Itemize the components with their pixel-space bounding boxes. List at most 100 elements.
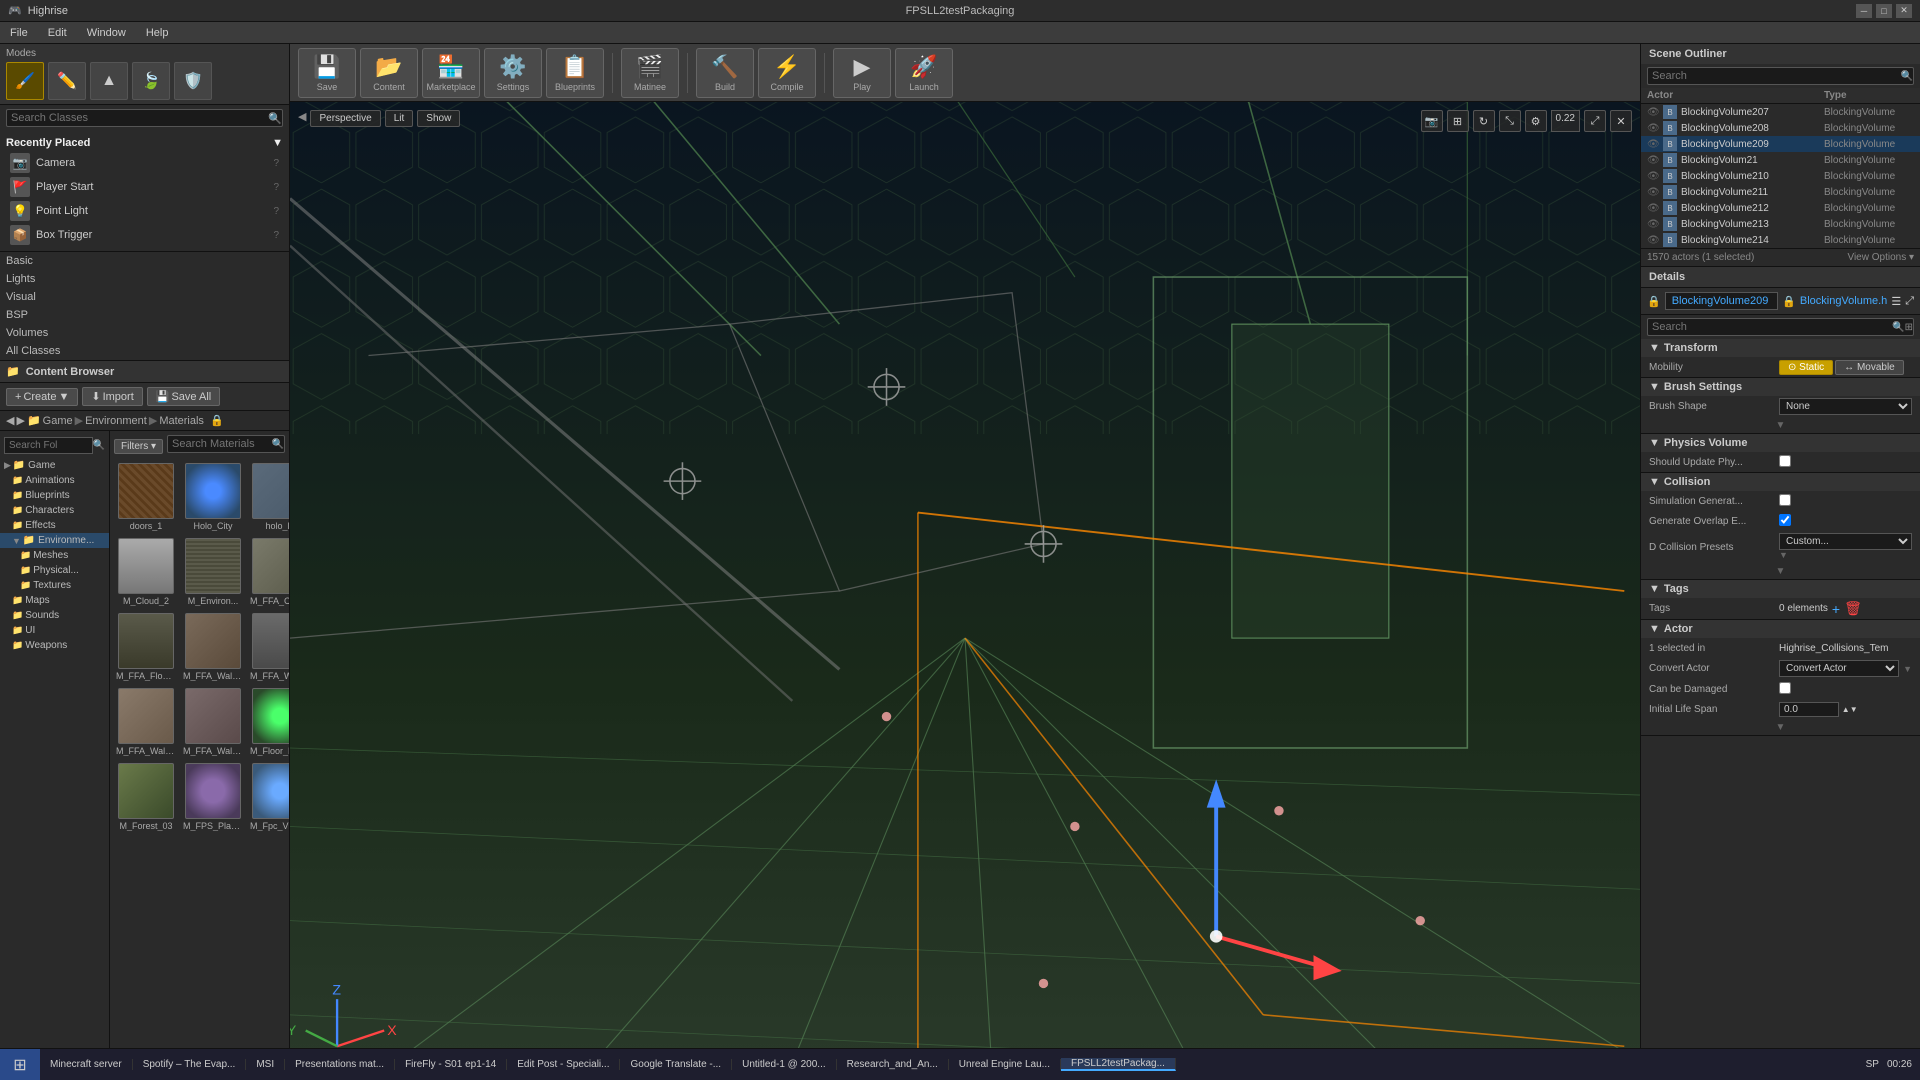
- import-button[interactable]: ⬇ Import: [82, 387, 142, 406]
- outliner-row[interactable]: 👁 B BlockingVolume212 BlockingVolume: [1641, 200, 1920, 216]
- tree-blueprints[interactable]: 📁 Blueprints: [0, 488, 109, 503]
- show-button[interactable]: Show: [417, 110, 460, 127]
- taskbar-item[interactable]: Edit Post - Speciali...: [507, 1059, 620, 1070]
- taskbar-item[interactable]: Google Translate -...: [620, 1059, 732, 1070]
- material-item[interactable]: M_FFA_Concrete_WallPlat...: [248, 536, 289, 608]
- minimize-button[interactable]: ─: [1856, 4, 1872, 18]
- material-item[interactable]: M_Floor_Lights: [248, 686, 289, 758]
- category-lights[interactable]: Lights: [0, 270, 289, 288]
- tags-header[interactable]: ▼ Tags: [1641, 580, 1920, 598]
- view-options-btn[interactable]: View Options ▾: [1847, 252, 1914, 263]
- taskbar-item[interactable]: Presentations mat...: [285, 1059, 395, 1070]
- placed-item-camera[interactable]: 📷 Camera ?: [6, 151, 283, 175]
- maximize-button[interactable]: □: [1876, 4, 1892, 18]
- recently-placed-header[interactable]: Recently Placed ▼: [6, 135, 283, 151]
- taskbar-item[interactable]: Minecraft server: [40, 1059, 133, 1070]
- details-search-input[interactable]: [1648, 319, 1892, 335]
- menu-edit[interactable]: Edit: [38, 22, 77, 43]
- generate-overlap-checkbox[interactable]: [1779, 514, 1791, 526]
- outliner-search-input[interactable]: [1648, 68, 1901, 84]
- category-bsp[interactable]: BSP: [0, 306, 289, 324]
- perspective-button[interactable]: Perspective: [310, 110, 380, 127]
- compile-tool-btn[interactable]: ⚡ Compile: [758, 48, 816, 98]
- taskbar-item[interactable]: Spotify – The Evap...: [133, 1059, 247, 1070]
- menu-file[interactable]: File: [0, 22, 38, 43]
- can-be-damaged-checkbox[interactable]: [1779, 682, 1791, 694]
- outliner-row[interactable]: 👁 B BlockingVolume210 BlockingVolume: [1641, 168, 1920, 184]
- blueprints-tool-btn[interactable]: 📋 Blueprints: [546, 48, 604, 98]
- breadcrumb-game[interactable]: Game: [43, 415, 73, 427]
- nav-forward[interactable]: ▶: [16, 414, 24, 427]
- vp-scale-snap[interactable]: ⤡: [1499, 110, 1521, 132]
- details-expand-icon[interactable]: ⤢: [1905, 295, 1914, 308]
- build-tool-btn[interactable]: 🔨 Build: [696, 48, 754, 98]
- taskbar-item[interactable]: Untitled-1 @ 200...: [732, 1059, 837, 1070]
- menu-window[interactable]: Window: [77, 22, 136, 43]
- tree-effects[interactable]: 📁 Effects: [0, 518, 109, 533]
- marketplace-tool-btn[interactable]: 🏪 Marketplace: [422, 48, 480, 98]
- outliner-row[interactable]: 👁 B BlockingVolume208 BlockingVolume: [1641, 120, 1920, 136]
- outliner-row[interactable]: 👁 B BlockingVolume211 BlockingVolume: [1641, 184, 1920, 200]
- material-item[interactable]: M_FFA_Wall_05: [181, 686, 245, 758]
- material-item[interactable]: M_FFA_Wall_01: [181, 611, 245, 683]
- tree-physical[interactable]: 📁 Physical...: [0, 563, 109, 578]
- menu-help[interactable]: Help: [136, 22, 179, 43]
- filters-button[interactable]: Filters ▾: [114, 439, 163, 454]
- mode-paint[interactable]: ✏️: [48, 62, 86, 100]
- tree-maps[interactable]: 📁 Maps: [0, 593, 109, 608]
- simulation-generates-checkbox[interactable]: [1779, 494, 1791, 506]
- material-item[interactable]: M_Forest_03: [114, 761, 178, 833]
- collision-header[interactable]: ▼ Collision: [1641, 473, 1920, 491]
- outliner-row[interactable]: 👁 B BlockingVolume207 BlockingVolume: [1641, 104, 1920, 120]
- matinee-tool-btn[interactable]: 🎬 Matinee: [621, 48, 679, 98]
- materials-search-input[interactable]: [168, 436, 272, 452]
- category-basic[interactable]: Basic: [0, 252, 289, 270]
- placed-item-boxtrigger[interactable]: 📦 Box Trigger ?: [6, 223, 283, 247]
- material-item[interactable]: M_FFA_Wall_04_Brighter: [114, 686, 178, 758]
- lit-button[interactable]: Lit: [385, 110, 414, 127]
- outliner-row[interactable]: 👁 B BlockingVolume214 BlockingVolume: [1641, 232, 1920, 248]
- placed-item-pointlight[interactable]: 💡 Point Light ?: [6, 199, 283, 223]
- search-folders-input[interactable]: [4, 437, 93, 454]
- taskbar-item[interactable]: MSI: [246, 1059, 285, 1070]
- start-button[interactable]: ⊞: [0, 1049, 40, 1080]
- mode-place[interactable]: 🖌️: [6, 62, 44, 100]
- initial-life-span-spinner[interactable]: ▲▼: [1842, 705, 1858, 714]
- tree-ui[interactable]: 📁 UI: [0, 623, 109, 638]
- breadcrumb-materials[interactable]: Materials: [159, 415, 204, 427]
- tree-environment[interactable]: ▼📁 Environme...: [0, 533, 109, 548]
- material-item[interactable]: Holo_City: [181, 461, 245, 533]
- mode-foliage[interactable]: 🍃: [132, 62, 170, 100]
- save-tool-btn[interactable]: 💾 Save: [298, 48, 356, 98]
- tree-weapons[interactable]: 📁 Weapons: [0, 638, 109, 653]
- material-item[interactable]: holo_l1: [248, 461, 289, 533]
- material-item[interactable]: M_Environ...: [181, 536, 245, 608]
- collision-presets-select[interactable]: Custom...: [1779, 533, 1912, 550]
- vp-grid-snap[interactable]: ⊞: [1447, 110, 1469, 132]
- mode-geometry[interactable]: 🛡️: [174, 62, 212, 100]
- outliner-row[interactable]: 👁 B BlockingVolume209 BlockingVolume: [1641, 136, 1920, 152]
- nav-back[interactable]: ◀: [6, 414, 14, 427]
- vp-settings[interactable]: ⚙: [1525, 110, 1547, 132]
- vp-close[interactable]: ✕: [1610, 110, 1632, 132]
- tree-animations[interactable]: 📁 Animations: [0, 473, 109, 488]
- tree-textures[interactable]: 📁 Textures: [0, 578, 109, 593]
- tree-sounds[interactable]: 📁 Sounds: [0, 608, 109, 623]
- details-header-link[interactable]: BlockingVolume.h: [1800, 295, 1887, 307]
- material-item[interactable]: doors_1: [114, 461, 178, 533]
- outliner-row[interactable]: 👁 B BlockingVolum21 BlockingVolume: [1641, 152, 1920, 168]
- physics-volume-header[interactable]: ▼ Physics Volume: [1641, 434, 1920, 452]
- material-item[interactable]: M_Cloud_2: [114, 536, 178, 608]
- launch-tool-btn[interactable]: 🚀 Launch: [895, 48, 953, 98]
- tree-characters[interactable]: 📁 Characters: [0, 503, 109, 518]
- play-tool-btn[interactable]: ▶ Play: [833, 48, 891, 98]
- vp-maximize[interactable]: ⤢: [1584, 110, 1606, 132]
- details-grid-icon[interactable]: ⊞: [1905, 322, 1913, 333]
- breadcrumb-environment[interactable]: Environment: [85, 415, 147, 427]
- taskbar-item[interactable]: Unreal Engine Lau...: [949, 1059, 1061, 1070]
- details-menu-icon[interactable]: ☰: [1891, 295, 1901, 308]
- category-visual[interactable]: Visual: [0, 288, 289, 306]
- brush-settings-header[interactable]: ▼ Brush Settings: [1641, 378, 1920, 396]
- category-allclasses[interactable]: All Classes: [0, 342, 289, 360]
- category-volumes[interactable]: Volumes: [0, 324, 289, 342]
